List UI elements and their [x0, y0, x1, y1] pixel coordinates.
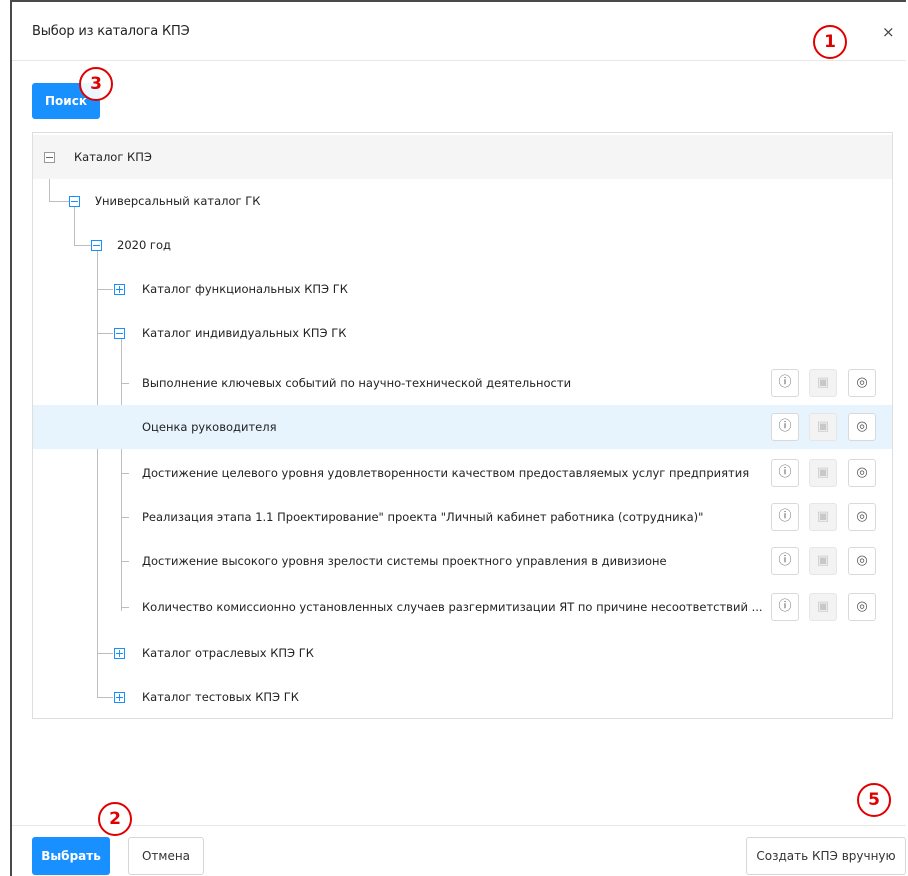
pdf-icon: ▣: [809, 593, 837, 621]
close-icon[interactable]: ×: [882, 24, 895, 40]
info-button[interactable]: ⓘ: [771, 547, 799, 575]
view-button[interactable]: ◎: [848, 503, 876, 531]
tree-node-label: Каталог функциональных КПЭ ГК: [142, 282, 348, 296]
tree-node-universal[interactable]: Универсальный каталог ГК: [33, 179, 892, 223]
tree-leaf-item[interactable]: Количество комиссионно установленных слу…: [33, 585, 892, 629]
view-button[interactable]: ◎: [848, 547, 876, 575]
expand-icon[interactable]: [114, 692, 125, 703]
tree-node-test[interactable]: Каталог тестовых КПЭ ГК: [33, 675, 892, 719]
pdf-icon: ▣: [809, 503, 837, 531]
collapse-icon[interactable]: [44, 152, 55, 163]
tree-node-label: Каталог КПЭ: [74, 150, 152, 164]
tree-node-label: Каталог отраслевых КПЭ ГК: [142, 646, 314, 660]
annotation-marker: 5: [857, 783, 891, 817]
kpi-catalog-dialog: Выбор из каталога КПЭ × Поиск Каталог КП…: [10, 0, 906, 876]
expand-icon[interactable]: [114, 648, 125, 659]
tree-node-label: 2020 год: [117, 238, 171, 252]
tree-node-individual[interactable]: Каталог индивидуальных КПЭ ГК: [33, 311, 892, 355]
pdf-icon: ▣: [809, 413, 837, 441]
view-button[interactable]: ◎: [848, 459, 876, 487]
info-button[interactable]: ⓘ: [771, 459, 799, 487]
view-button[interactable]: ◎: [848, 413, 876, 441]
tree-leaf-item[interactable]: Достижение высокого уровня зрелости сист…: [33, 539, 892, 583]
info-button[interactable]: ⓘ: [771, 503, 799, 531]
tree-node-year[interactable]: 2020 год: [33, 223, 892, 267]
kpi-item-label: Достижение высокого уровня зрелости сист…: [142, 554, 667, 568]
tree-leaf-item[interactable]: Реализация этапа 1.1 Проектирование" про…: [33, 495, 892, 539]
collapse-icon[interactable]: [114, 328, 125, 339]
tree-node-label: Универсальный каталог ГК: [95, 194, 261, 208]
expand-icon[interactable]: [114, 284, 125, 295]
tree-leaf-item[interactable]: Оценка руководителя ⓘ ▣ ◎: [33, 405, 892, 449]
kpi-item-label: Достижение целевого уровня удовлетворенн…: [142, 466, 750, 480]
create-kpi-manually-button[interactable]: Создать КПЭ вручную: [746, 837, 906, 875]
annotation-marker: 1: [813, 25, 847, 59]
collapse-icon[interactable]: [69, 196, 80, 207]
select-button[interactable]: Выбрать: [32, 837, 110, 875]
annotation-marker: 2: [98, 802, 132, 836]
info-button[interactable]: ⓘ: [771, 369, 799, 397]
collapse-icon[interactable]: [91, 240, 102, 251]
tree-leaf-item[interactable]: Выполнение ключевых событий по научно-те…: [33, 361, 892, 405]
tree-node-functional[interactable]: Каталог функциональных КПЭ ГК: [33, 267, 892, 311]
tree-node-label: Каталог индивидуальных КПЭ ГК: [142, 326, 347, 340]
info-button[interactable]: ⓘ: [771, 593, 799, 621]
tree-node-industry[interactable]: Каталог отраслевых КПЭ ГК: [33, 631, 892, 675]
cancel-button[interactable]: Отмена: [128, 837, 204, 875]
catalog-tree: Каталог КПЭ Универсальный каталог ГК 202…: [32, 132, 893, 719]
tree-node-root[interactable]: Каталог КПЭ: [33, 135, 892, 179]
pdf-icon: ▣: [809, 459, 837, 487]
footer-divider: [12, 825, 906, 826]
tree-node-label: Каталог тестовых КПЭ ГК: [142, 690, 299, 704]
view-button[interactable]: ◎: [848, 593, 876, 621]
dialog-header: Выбор из каталога КПЭ ×: [12, 2, 906, 61]
view-button[interactable]: ◎: [848, 369, 876, 397]
info-button[interactable]: ⓘ: [771, 413, 799, 441]
kpi-item-label: Количество комиссионно установленных слу…: [142, 600, 762, 614]
annotation-marker: 3: [79, 67, 113, 101]
tree-leaf-item[interactable]: Достижение целевого уровня удовлетворенн…: [33, 451, 892, 495]
kpi-item-label: Реализация этапа 1.1 Проектирование" про…: [142, 510, 704, 524]
kpi-item-label: Оценка руководителя: [142, 420, 277, 434]
kpi-item-label: Выполнение ключевых событий по научно-те…: [142, 376, 572, 390]
pdf-icon: ▣: [809, 369, 837, 397]
pdf-icon: ▣: [809, 547, 837, 575]
dialog-title: Выбор из каталога КПЭ: [32, 24, 190, 39]
